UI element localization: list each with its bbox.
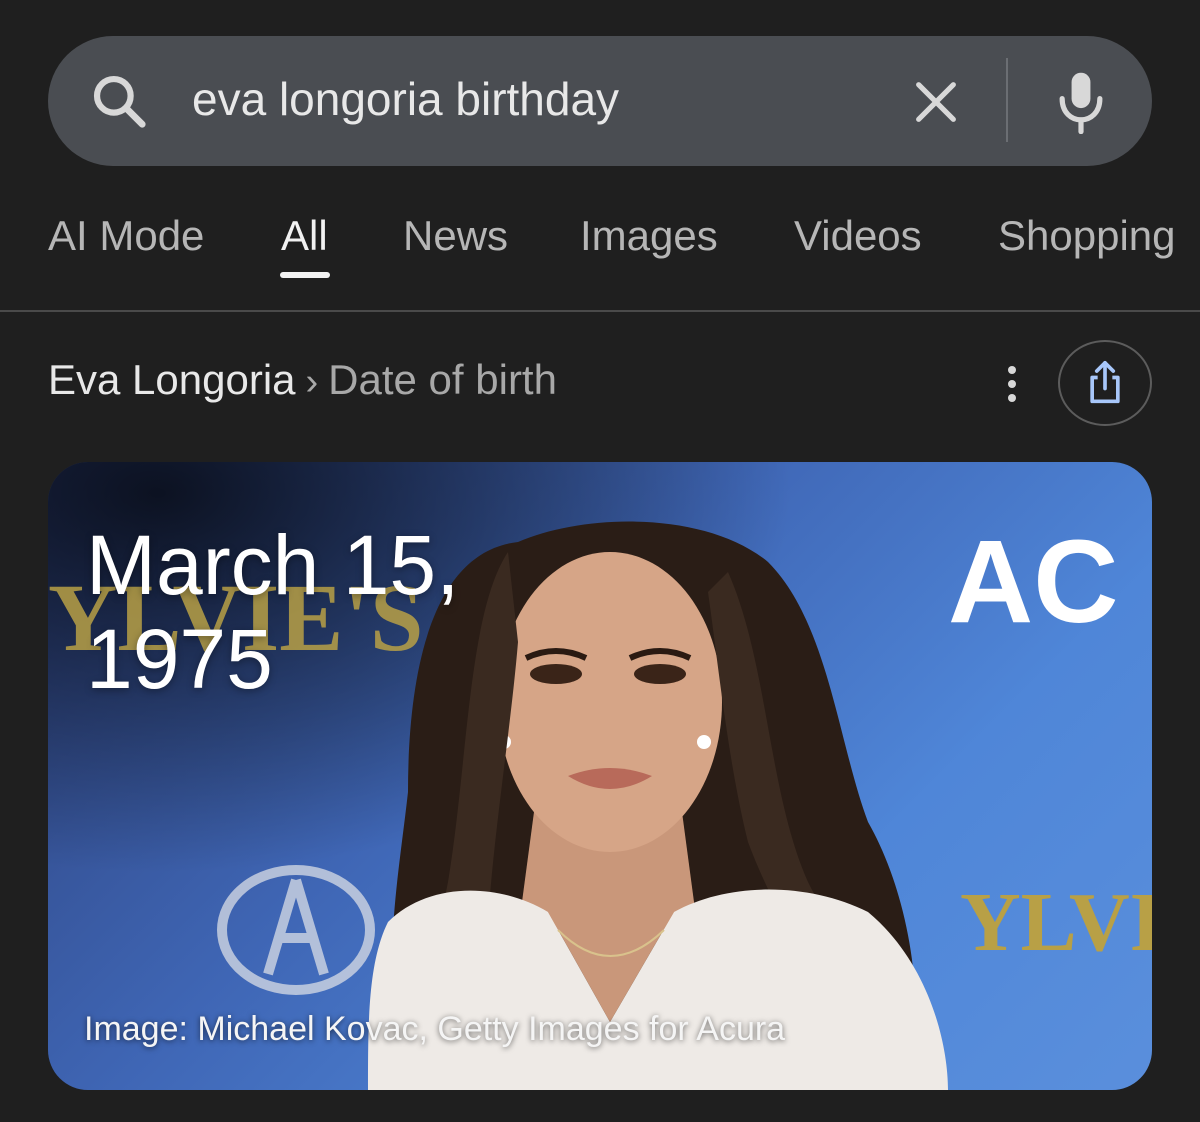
close-icon[interactable] (910, 76, 962, 128)
share-button[interactable] (1058, 340, 1152, 426)
tab-images[interactable]: Images (580, 212, 718, 260)
more-options-icon[interactable] (996, 362, 1028, 406)
image-credit-caption: Image: Michael Kovac, Getty Images for A… (84, 1010, 786, 1048)
tabs-divider (0, 310, 1200, 312)
mic-icon[interactable] (1052, 68, 1110, 134)
tab-all[interactable]: All (281, 212, 328, 260)
search-results-page: eva longoria birthday AI Mode All News I… (0, 0, 1200, 1122)
answer-date: March 15, 1975 (86, 518, 506, 706)
tab-videos[interactable]: Videos (794, 212, 922, 260)
search-icon[interactable] (88, 70, 150, 132)
breadcrumb-attribute: Date of birth (328, 356, 557, 403)
search-bar-divider (1006, 58, 1008, 142)
share-icon (1090, 361, 1120, 404)
search-tabs: AI Mode All News Images Videos Shopping (0, 200, 1200, 310)
tab-ai-mode[interactable]: AI Mode (48, 212, 204, 260)
active-tab-indicator (280, 272, 330, 278)
tab-shopping[interactable]: Shopping (998, 212, 1176, 260)
tab-news[interactable]: News (403, 212, 508, 260)
answer-date-line1: March 15, (86, 518, 460, 612)
breadcrumb: Eva Longoria › Date of birth (48, 356, 557, 404)
search-bar[interactable]: eva longoria birthday (48, 36, 1152, 166)
answer-card[interactable]: YLVIE'S L AC YLVI March 15, 1975 Image: … (48, 462, 1152, 1090)
search-input[interactable]: eva longoria birthday (192, 72, 619, 126)
breadcrumb-entity[interactable]: Eva Longoria (48, 356, 296, 403)
breadcrumb-separator: › (305, 361, 319, 403)
answer-date-line2: 1975 (86, 612, 273, 706)
